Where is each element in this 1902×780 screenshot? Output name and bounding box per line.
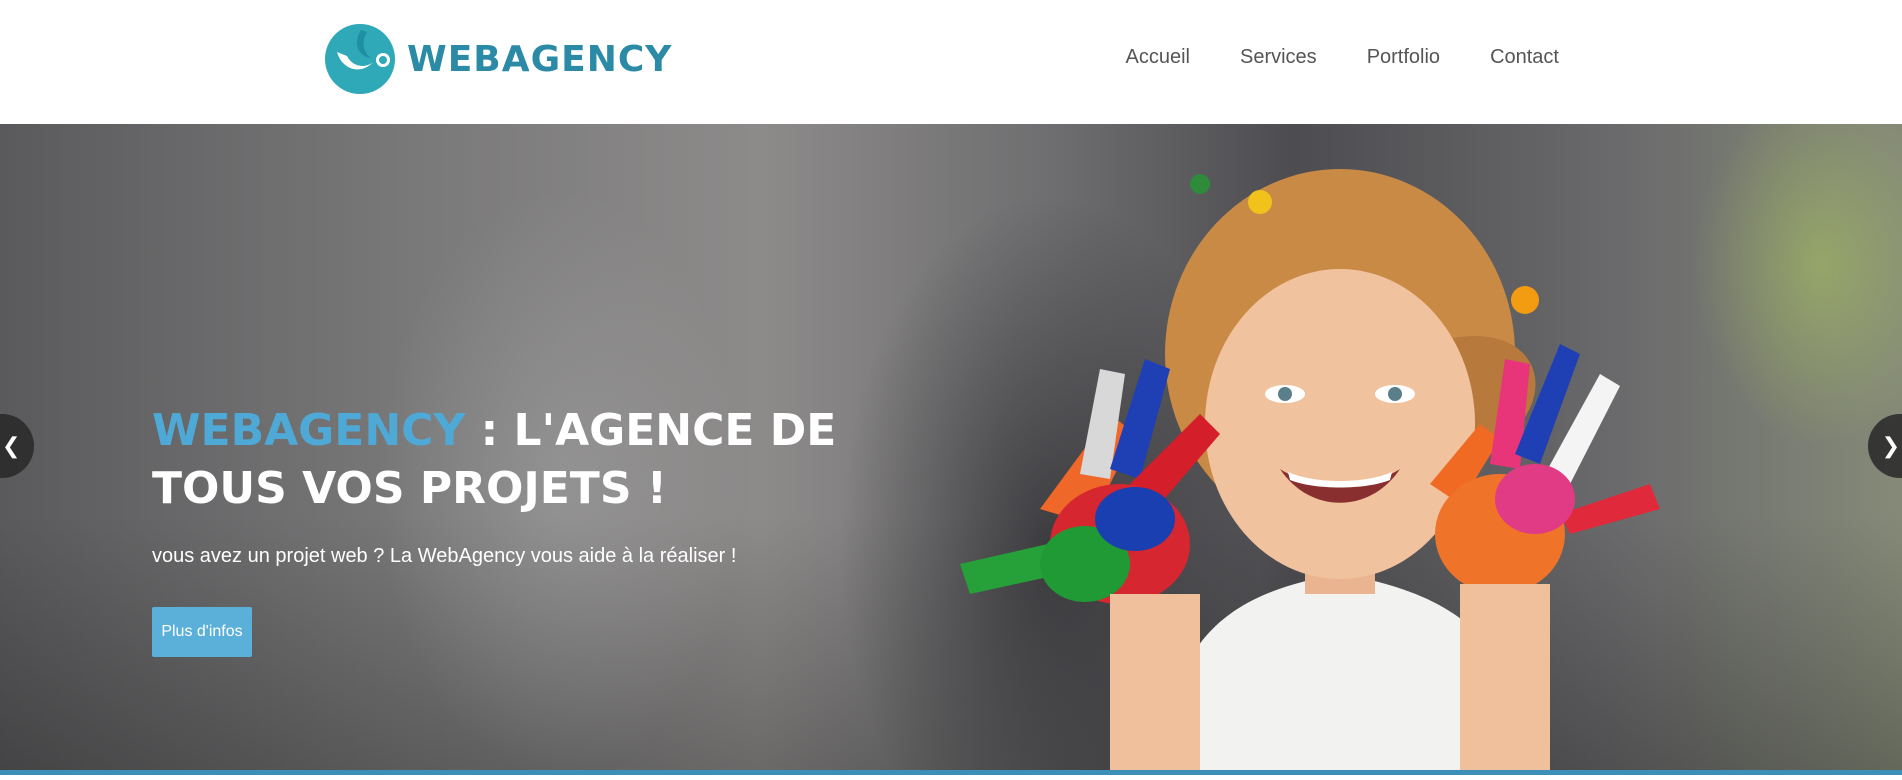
chevron-right-icon: ❯	[1881, 433, 1900, 458]
site-logo[interactable]: WEBAGENCY	[323, 22, 672, 96]
more-info-button[interactable]: Plus d'infos	[152, 607, 252, 657]
hero-subtitle: vous avez un projet web ? La WebAgency v…	[152, 545, 737, 567]
brand-name: WEBAGENCY	[407, 38, 673, 80]
hero-bottom-bar	[0, 770, 1902, 775]
nav-item-accueil[interactable]: Accueil	[1126, 43, 1190, 71]
hero-slider: WEBAGENCY : L'AGENCE DE TOUS VOS PROJETS…	[0, 124, 1902, 775]
chevron-left-icon: ❮	[2, 433, 21, 458]
nav-item-services[interactable]: Services	[1240, 43, 1317, 71]
hero-title: WEBAGENCY : L'AGENCE DE TOUS VOS PROJETS…	[152, 402, 912, 518]
hero-title-accent: WEBAGENCY	[152, 405, 466, 456]
main-nav: Accueil Services Portfolio Contact	[1076, 43, 1560, 71]
nav-item-portfolio[interactable]: Portfolio	[1367, 43, 1440, 71]
site-header: WEBAGENCY Accueil Services Portfolio Con…	[0, 0, 1902, 124]
nav-item-contact[interactable]: Contact	[1490, 43, 1559, 71]
hero-photo-child	[960, 169, 1660, 775]
webagency-logo-icon	[325, 24, 395, 94]
